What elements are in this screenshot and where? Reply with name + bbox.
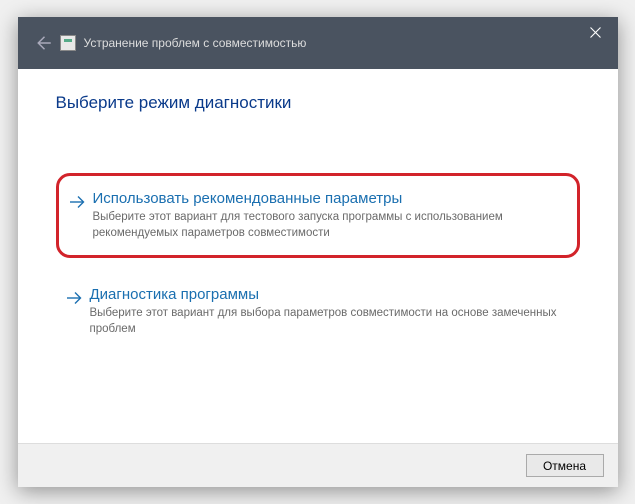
- app-icon: [60, 35, 76, 51]
- titlebar: Устранение проблем с совместимостью: [18, 17, 618, 69]
- option-title: Диагностика программы: [90, 286, 572, 303]
- option-body: Диагностика программы Выберите этот вари…: [90, 286, 572, 337]
- back-button[interactable]: [32, 33, 52, 53]
- option-troubleshoot-program[interactable]: Диагностика программы Выберите этот вари…: [56, 276, 580, 347]
- troubleshooter-window: Устранение проблем с совместимостью Выбе…: [18, 17, 618, 487]
- close-button[interactable]: [573, 17, 618, 47]
- window-title: Устранение проблем с совместимостью: [84, 36, 307, 50]
- footer: Отмена: [18, 443, 618, 487]
- cancel-button[interactable]: Отмена: [526, 454, 604, 477]
- option-description: Выберите этот вариант для тестового запу…: [93, 210, 569, 241]
- arrow-right-icon: [64, 288, 84, 308]
- option-body: Использовать рекомендованные параметры В…: [93, 190, 569, 241]
- option-title: Использовать рекомендованные параметры: [93, 190, 569, 207]
- content-area: Выберите режим диагностики Использовать …: [18, 69, 618, 443]
- arrow-right-icon: [67, 192, 87, 212]
- option-description: Выберите этот вариант для выбора парамет…: [90, 306, 572, 337]
- page-heading: Выберите режим диагностики: [56, 93, 580, 113]
- option-recommended-settings[interactable]: Использовать рекомендованные параметры В…: [56, 173, 580, 258]
